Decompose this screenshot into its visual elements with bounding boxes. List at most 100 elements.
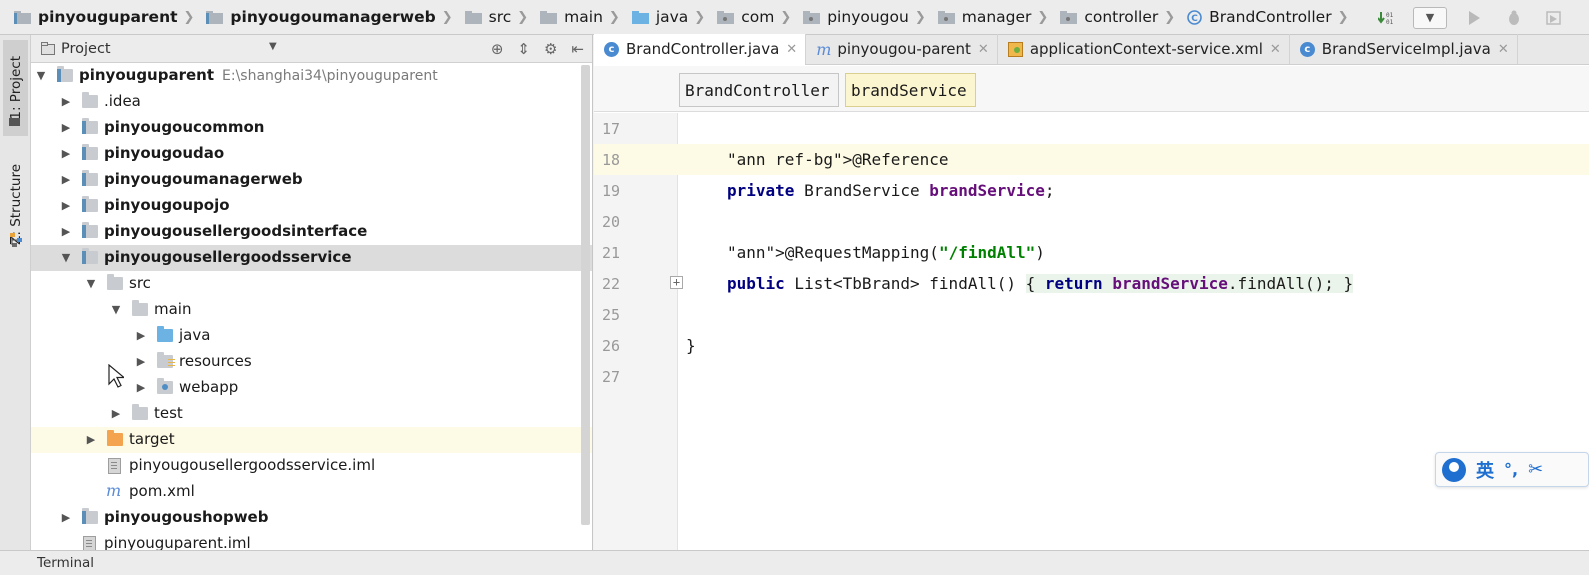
struct-class-item[interactable]: BrandController <box>679 73 839 107</box>
close-tab-icon[interactable]: ✕ <box>1498 42 1509 57</box>
ime-language-toggle[interactable]: 英 <box>1476 457 1494 483</box>
tree-item[interactable]: ▶ pinyougoumanagerweb <box>31 167 592 193</box>
fold-toggle-icon[interactable]: + <box>670 276 683 289</box>
terminal-tab[interactable]: Terminal <box>37 555 94 571</box>
close-tab-icon[interactable]: ✕ <box>786 42 797 57</box>
editor-tab[interactable]: m pinyougou-parent ✕ <box>806 34 998 64</box>
project-view-dropdown-icon[interactable]: ▼ <box>269 41 277 52</box>
tree-item-label: pom.xml <box>129 482 195 500</box>
tree-item[interactable]: ▶ test <box>31 401 592 427</box>
expand-arrow-icon[interactable]: ▼ <box>34 69 48 82</box>
breadcrumb-label: src <box>488 8 512 26</box>
java-class-icon: c <box>1299 41 1315 57</box>
tree-item-text: pinyougoudao <box>104 144 224 162</box>
breadcrumb-separator-icon: ❯ <box>780 9 792 25</box>
editor-tab-label: BrandController.java <box>626 40 780 58</box>
breadcrumb-separator-icon: ❯ <box>183 9 195 25</box>
tree-item[interactable]: ▶ pinyougoushopweb <box>31 505 592 531</box>
run-icon[interactable] <box>1461 6 1487 30</box>
breadcrumb-item[interactable]: com ❯ <box>717 0 803 35</box>
tree-item-label: src <box>129 274 151 292</box>
collapse-arrow-icon[interactable]: ▶ <box>109 407 123 420</box>
tree-item[interactable]: ▶ target <box>31 427 592 453</box>
tree-item-text: pinyouguparent E:\shanghai34\pinyougupare… <box>79 66 438 84</box>
collapse-arrow-icon[interactable]: ▶ <box>134 329 148 342</box>
tree-item[interactable]: ▶ pinyougoucommon <box>31 115 592 141</box>
project-panel: Project ▼ ⊕ ⇕ ⚙ ⇤ ▼ pinyouguparent E:\shan… <box>31 35 593 550</box>
tree-item[interactable]: m pom.xml <box>31 479 592 505</box>
struct-field-item[interactable]: brandService <box>845 73 976 107</box>
collapse-arrow-icon[interactable]: ▶ <box>59 199 73 212</box>
line-number: 27 <box>601 368 620 386</box>
editor-tab-label: applicationContext-service.xml <box>1029 40 1263 58</box>
svg-text:C: C <box>1191 14 1198 24</box>
svg-text:01: 01 <box>1386 19 1394 26</box>
iml-file-icon <box>83 536 96 550</box>
tree-item-label: test <box>154 404 183 422</box>
close-tab-icon[interactable]: ✕ <box>978 42 989 57</box>
breadcrumb-label: pinyouguparent <box>38 8 178 26</box>
collapse-arrow-icon[interactable]: ▶ <box>59 173 73 186</box>
tree-item[interactable]: ▼ src <box>31 271 592 297</box>
tree-item[interactable]: pinyougousellergoodsservice.iml <box>31 453 592 479</box>
collapse-arrow-icon[interactable]: ▶ <box>59 511 73 524</box>
breadcrumb-item[interactable]: controller ❯ <box>1060 0 1187 35</box>
locate-icon[interactable]: ⊕ <box>491 40 504 58</box>
scissor-icon[interactable]: ✂ <box>1528 459 1543 480</box>
editor-tab[interactable]: c BrandServiceImpl.java ✕ <box>1290 34 1518 64</box>
tree-item[interactable]: ▶ .idea <box>31 89 592 115</box>
sort-icon[interactable]: 01 01 <box>1373 6 1399 30</box>
folder-icon <box>107 274 123 290</box>
breadcrumb-item[interactable]: pinyouguparent ❯ <box>14 0 206 35</box>
collapse-arrow-icon[interactable]: ▶ <box>59 225 73 238</box>
debug-icon[interactable] <box>1501 6 1527 30</box>
breadcrumb-item[interactable]: main ❯ <box>540 0 632 35</box>
breadcrumb-item[interactable]: pinyougoumanagerweb ❯ <box>206 0 464 35</box>
editor-tab[interactable]: c BrandController.java ✕ <box>594 34 807 65</box>
ime-punctuation-toggle[interactable]: °, <box>1504 460 1518 479</box>
tree-item[interactable]: ▼ pinyougousellergoodsservice <box>31 245 592 271</box>
breadcrumb-separator-icon: ❯ <box>608 9 620 25</box>
code-line: 20 <box>594 206 1589 237</box>
breadcrumb-item[interactable]: manager ❯ <box>937 0 1061 35</box>
tree-item[interactable]: ▼ pinyouguparent E:\shanghai34\pinyougupar… <box>31 63 592 89</box>
tree-item-text: pinyougoupojo <box>104 196 230 214</box>
editor-tab[interactable]: applicationContext-service.xml ✕ <box>998 34 1290 64</box>
folder-icon <box>132 300 148 316</box>
class-icon: C <box>1187 9 1202 25</box>
source-folder-icon <box>631 10 649 25</box>
collapse-arrow-icon[interactable]: ▶ <box>59 95 73 108</box>
expand-arrow-icon[interactable]: ▼ <box>84 277 98 290</box>
collapse-arrow-icon[interactable]: ▶ <box>59 147 73 160</box>
xml-file-icon <box>1007 41 1023 57</box>
line-number: 26 <box>601 337 620 355</box>
hide-panel-icon[interactable]: ⇤ <box>571 40 584 58</box>
tree-item[interactable]: ▶ pinyougoupojo <box>31 193 592 219</box>
collapse-all-icon[interactable]: ⇕ <box>517 40 530 58</box>
tree-item[interactable]: pinyouguparent.iml <box>31 531 592 550</box>
collapse-arrow-icon[interactable]: ▶ <box>134 381 148 394</box>
breadcrumb-item[interactable]: pinyougou ❯ <box>803 0 938 35</box>
tree-item-label: target <box>129 430 175 448</box>
line-number: 19 <box>601 182 620 200</box>
collapse-arrow-icon[interactable]: ▶ <box>84 433 98 446</box>
ime-logo-icon[interactable] <box>1442 457 1466 482</box>
run-config-dropdown[interactable]: ▼ <box>1413 6 1447 29</box>
breadcrumb-item[interactable]: C BrandController ❯ <box>1187 0 1360 35</box>
tree-item[interactable]: ▶ java <box>31 323 592 349</box>
settings-gear-icon[interactable]: ⚙ <box>544 40 557 58</box>
collapse-arrow-icon[interactable]: ▶ <box>134 355 148 368</box>
close-tab-icon[interactable]: ✕ <box>1270 42 1281 57</box>
breadcrumb-separator-icon: ❯ <box>441 9 453 25</box>
coverage-icon[interactable] <box>1541 6 1567 30</box>
code-text: "ann ref-bg">@Reference <box>727 150 949 169</box>
tree-scrollbar[interactable] <box>581 65 590 525</box>
breadcrumb-item[interactable]: java ❯ <box>631 0 717 35</box>
breadcrumb-item[interactable]: src ❯ <box>464 0 541 35</box>
tree-item[interactable]: ▶ pinyougousellergoodsinterface <box>31 219 592 245</box>
tree-item[interactable]: ▼ main <box>31 297 592 323</box>
collapse-arrow-icon[interactable]: ▶ <box>59 121 73 134</box>
tree-item[interactable]: ▶ pinyougoudao <box>31 141 592 167</box>
expand-arrow-icon[interactable]: ▼ <box>59 251 73 264</box>
expand-arrow-icon[interactable]: ▼ <box>109 303 123 316</box>
